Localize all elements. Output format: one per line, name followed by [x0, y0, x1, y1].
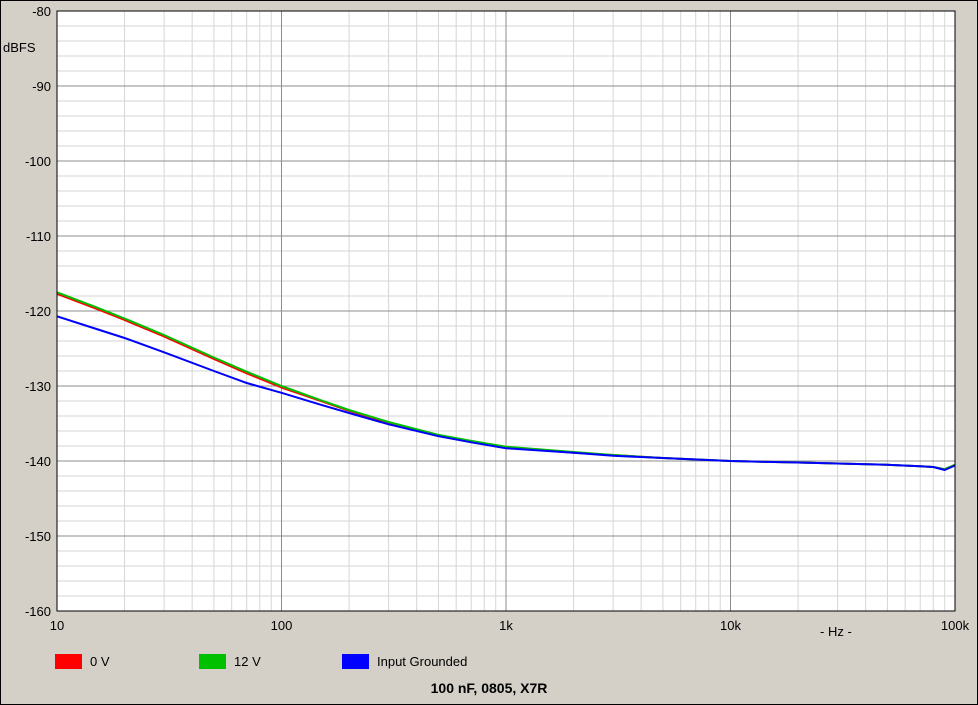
chart-title: 100 nF, 0805, X7R — [430, 680, 548, 696]
y-tick-labels: -80 -90 -100 -110 -120 -130 -140 -150 -160 — [25, 4, 51, 619]
x-axis-label: - Hz - — [820, 624, 852, 639]
legend-swatch-12v — [199, 653, 226, 669]
chart-svg: 10 100 1k 10k 100k -80 -90 -100 -110 -120 -130 -14… — [25, 4, 970, 633]
y-tick-label: -150 — [25, 529, 51, 544]
legend-label-12v: 12 V — [234, 653, 261, 669]
y-tick-label: -90 — [32, 79, 51, 94]
x-tick-label: 10 — [50, 618, 64, 633]
y-tick-label: -140 — [25, 454, 51, 469]
legend-label-0v: 0 V — [90, 653, 110, 669]
x-tick-label: 100 — [271, 618, 293, 633]
legend: 0 V 12 V Input Grounded — [0, 650, 978, 672]
x-tick-label: 1k — [499, 618, 513, 633]
legend-label-input-grounded: Input Grounded — [377, 653, 468, 669]
y-tick-label: -130 — [25, 379, 51, 394]
x-tick-label: 10k — [720, 618, 741, 633]
x-tick-label: 100k — [941, 618, 970, 633]
y-tick-label: -120 — [25, 304, 51, 319]
legend-swatch-input-grounded — [342, 653, 369, 669]
y-axis-label: dBFS — [3, 40, 36, 55]
legend-swatch-0v — [55, 653, 82, 669]
legend-item-12v: 12 V — [199, 650, 261, 672]
legend-item-0v: 0 V — [55, 650, 110, 672]
y-tick-label: -110 — [26, 229, 51, 244]
y-tick-label: -100 — [25, 154, 51, 169]
legend-item-input-grounded: Input Grounded — [342, 650, 467, 672]
y-tick-label: -160 — [25, 604, 51, 619]
y-tick-label: -80 — [32, 4, 51, 19]
